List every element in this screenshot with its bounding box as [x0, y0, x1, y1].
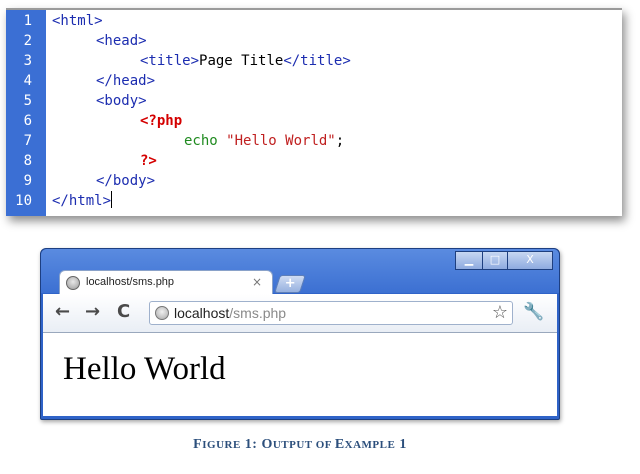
code-line-10[interactable]: </html>	[52, 191, 113, 211]
reload-icon[interactable]: C	[117, 302, 130, 322]
code-line-4[interactable]: </head>	[96, 71, 155, 91]
figure-caption: FIGURE 1: OUTPUT OF EXAMPLE 1	[0, 437, 600, 453]
tab-title: localhost/sms.php	[86, 276, 175, 288]
forward-arrow-icon[interactable]: →	[85, 302, 100, 322]
line-number: 1	[23, 13, 32, 29]
code-line-2[interactable]: <head>	[96, 31, 147, 51]
code-line-7[interactable]: echo "Hello World";	[184, 131, 344, 151]
html-close-tag: </html>	[52, 193, 112, 209]
line-number: 10	[15, 193, 32, 209]
browser-tab[interactable]: localhost/sms.php ×	[59, 270, 273, 296]
bookmark-star-icon[interactable]: ☆	[492, 302, 508, 323]
title-close-tag: </title>	[283, 53, 351, 69]
line-number: 8	[23, 153, 32, 169]
code-line-6[interactable]: <?php	[140, 111, 182, 131]
wrench-menu-icon[interactable]: 🔧	[523, 301, 545, 323]
line-number: 7	[23, 133, 32, 149]
new-tab-button[interactable]: +	[274, 275, 306, 293]
caption-part: E	[334, 437, 345, 452]
line-number: 2	[23, 33, 32, 49]
minimize-button[interactable]: ▁	[455, 251, 483, 270]
echo-keyword: echo	[184, 133, 218, 149]
code-line-3[interactable]: <title>Page Title</title>	[140, 51, 351, 71]
caption-part: UTPUT OF	[272, 439, 335, 451]
browser-window: ▁ □ X localhost/sms.php × + ← → C localh…	[40, 248, 560, 420]
line-number: 6	[23, 113, 32, 129]
back-arrow-icon[interactable]: ←	[55, 302, 70, 322]
globe-icon	[155, 306, 169, 320]
code-line-8[interactable]: ?>	[140, 151, 157, 171]
line-number: 4	[23, 73, 32, 89]
globe-icon	[66, 276, 80, 290]
semicolon: ;	[335, 133, 345, 149]
code-line-1[interactable]: <html>	[52, 11, 103, 31]
title-text: Page Title	[199, 53, 284, 69]
caption-part: 1	[395, 437, 407, 452]
text-caret	[111, 191, 113, 208]
caption-part: IGURE	[202, 439, 241, 451]
caption-part: F	[193, 437, 203, 452]
address-url: localhost/sms.php	[174, 305, 286, 321]
code-line-5[interactable]: <body>	[96, 91, 147, 111]
string-literal: "Hello World"	[226, 133, 336, 149]
plus-icon: +	[284, 276, 296, 291]
url-host: localhost	[174, 305, 230, 321]
code-line-9[interactable]: </body>	[96, 171, 155, 191]
caption-part: O	[261, 437, 273, 452]
title-open-tag: <title>	[140, 53, 200, 69]
caption-part: 1:	[240, 437, 262, 452]
maximize-button[interactable]: □	[482, 251, 508, 270]
line-number: 9	[23, 173, 32, 189]
line-number: 3	[23, 53, 32, 69]
code-editor[interactable]: 1 2 3 4 5 6 7 8 9 10 <html> <head> <titl…	[6, 8, 622, 216]
address-bar[interactable]: localhost/sms.php ☆	[149, 301, 513, 325]
page-output-text: Hello World	[63, 351, 226, 387]
url-path: /sms.php	[229, 305, 287, 321]
browser-toolbar: ← → C localhost/sms.php ☆ 🔧	[43, 294, 557, 333]
close-window-button[interactable]: X	[507, 251, 553, 270]
caption-part: XAMPLE	[344, 439, 396, 451]
line-number: 5	[23, 93, 32, 109]
close-tab-icon[interactable]: ×	[252, 275, 262, 289]
page-viewport: Hello World	[43, 333, 557, 416]
